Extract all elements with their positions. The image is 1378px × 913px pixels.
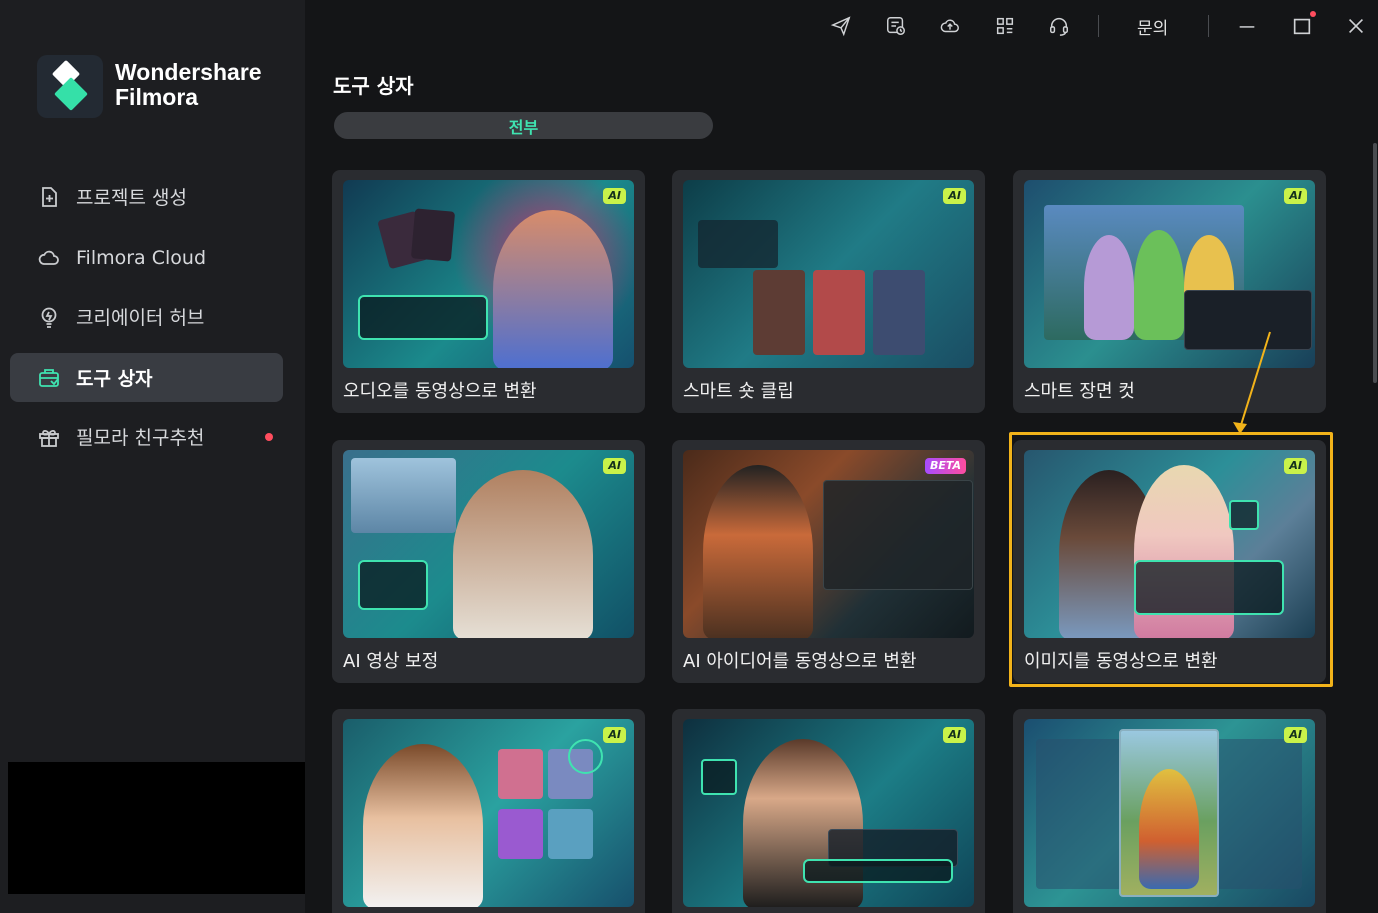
notification-dot [265, 433, 273, 441]
app-window: Wondershare Filmora 프로젝트 생성 Filmora Clou… [0, 0, 1378, 913]
brand-name: Wondershare Filmora [115, 60, 262, 110]
tool-card-smart-short-clips[interactable]: AI 스마트 숏 클립 [672, 170, 985, 413]
gift-icon [36, 424, 62, 450]
brand-line-1: Wondershare [115, 59, 262, 85]
card-label: AI 아이디어를 동영상으로 변환 [683, 651, 917, 672]
lightbulb-icon [36, 304, 62, 330]
ai-badge: AI [603, 458, 626, 474]
titlebar-separator [1208, 15, 1209, 37]
ai-badge: AI [603, 727, 626, 743]
card-thumbnail: AI [343, 180, 634, 368]
tab-all[interactable]: 전부 [334, 112, 713, 139]
filmora-logo [37, 55, 103, 118]
add-file-icon [36, 184, 62, 210]
tool-card-row3-1[interactable]: AI [332, 709, 645, 913]
highlight-frame [1009, 432, 1333, 687]
card-thumbnail: AI [1024, 719, 1315, 907]
brand-line-2: Filmora [115, 84, 199, 110]
grid-icon[interactable] [993, 14, 1017, 38]
close-icon[interactable] [1344, 14, 1368, 38]
tool-card-audio-to-video[interactable]: AI 오디오를 동영상으로 변환 [332, 170, 645, 413]
sidebar-item-filmora-cloud[interactable]: Filmora Cloud [10, 233, 283, 282]
sidebar-item-label: 필모라 친구추천 [76, 427, 205, 449]
sidebar-item-label: 프로젝트 생성 [76, 187, 187, 209]
card-label: 스마트 장면 컷 [1024, 381, 1135, 402]
toolbox-icon [36, 365, 62, 391]
sidebar-item-toolbox[interactable]: 도구 상자 [10, 353, 283, 402]
sidebar-item-label: 도구 상자 [76, 368, 153, 390]
ai-badge: AI [1284, 188, 1307, 204]
ai-badge: AI [603, 188, 626, 204]
card-label: 오디오를 동영상으로 변환 [343, 381, 537, 402]
ai-badge: AI [943, 188, 966, 204]
tasks-icon[interactable] [884, 14, 908, 38]
card-thumbnail: AI [683, 180, 974, 368]
card-thumbnail: AI [343, 719, 634, 907]
sidebar: Wondershare Filmora 프로젝트 생성 Filmora Clou… [0, 0, 305, 913]
minimize-icon[interactable] [1235, 14, 1259, 38]
card-thumbnail: BETA [683, 450, 974, 638]
titlebar-separator [1098, 15, 1099, 37]
scrollbar[interactable] [1373, 143, 1377, 383]
tool-card-ai-video-enhancer[interactable]: AI AI 영상 보정 [332, 440, 645, 683]
beta-badge: BETA [924, 458, 966, 474]
card-label: AI 영상 보정 [343, 651, 439, 672]
tool-card-row3-2[interactable]: AI [672, 709, 985, 913]
sidebar-item-refer-friends[interactable]: 필모라 친구추천 [10, 412, 283, 461]
card-thumbnail: AI [683, 719, 974, 907]
headset-icon[interactable] [1047, 14, 1071, 38]
send-icon[interactable] [829, 14, 853, 38]
update-dot [1310, 11, 1316, 17]
sidebar-item-creator-hub[interactable]: 크리에이터 허브 [10, 292, 283, 341]
sidebar-item-label: 크리에이터 허브 [76, 307, 205, 329]
redacted-area [8, 762, 305, 894]
inquiry-button[interactable]: 문의 [1137, 14, 1168, 39]
page-title: 도구 상자 [333, 74, 414, 98]
tool-card-ai-idea-to-video[interactable]: BETA AI 아이디어를 동영상으로 변환 [672, 440, 985, 683]
annotation-arrow [1233, 331, 1271, 434]
cloud-upload-icon[interactable] [938, 14, 962, 38]
card-label: 스마트 숏 클립 [683, 381, 794, 402]
card-thumbnail: AI [343, 450, 634, 638]
ai-badge: AI [1284, 727, 1307, 743]
maximize-icon[interactable] [1290, 14, 1314, 38]
sidebar-item-create-project[interactable]: 프로젝트 생성 [10, 172, 283, 221]
ai-badge: AI [943, 727, 966, 743]
sidebar-item-label: Filmora Cloud [76, 246, 207, 269]
tool-card-row3-3[interactable]: AI [1013, 709, 1326, 913]
cloud-icon [36, 245, 62, 271]
